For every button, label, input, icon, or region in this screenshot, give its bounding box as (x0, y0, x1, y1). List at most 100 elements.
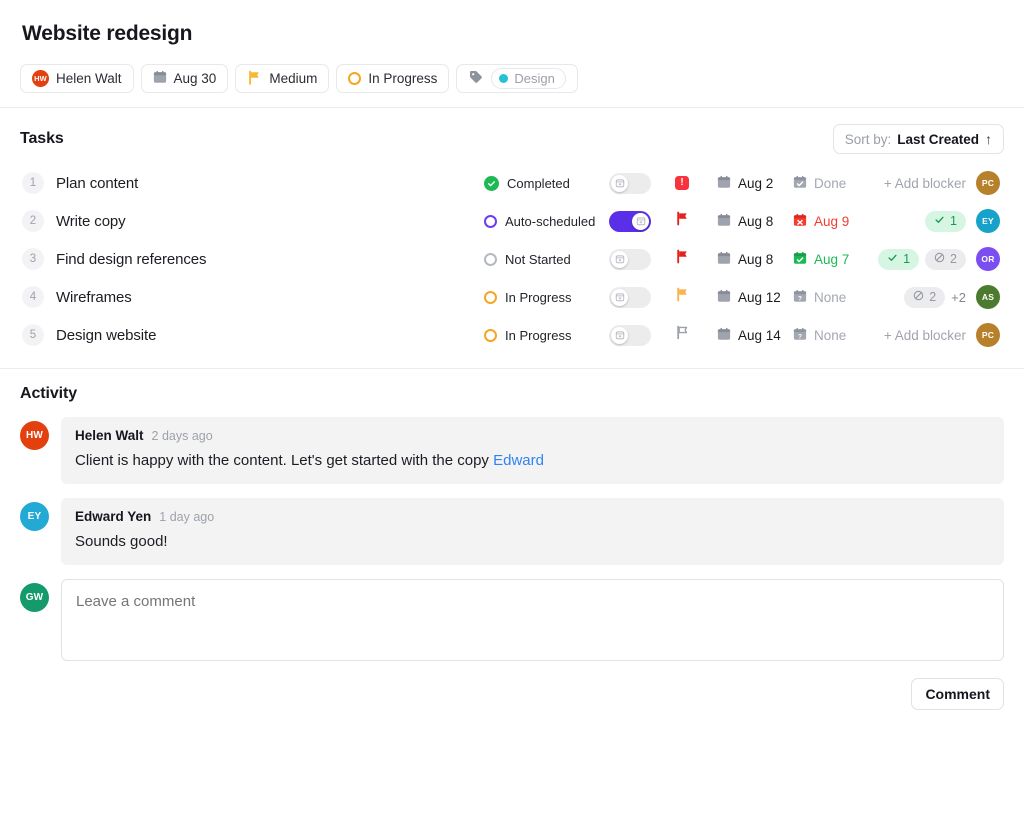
check-icon (887, 252, 898, 266)
task-blockers: 12 (873, 249, 976, 270)
task-priority[interactable] (675, 325, 717, 345)
task-number: 1 (22, 172, 44, 194)
calendar-icon (717, 175, 731, 192)
task-due-date[interactable]: Aug 12 (717, 289, 793, 306)
task-priority[interactable]: ! (675, 176, 717, 190)
task-completion-date[interactable]: Aug 7 (793, 251, 873, 268)
comment-composer: Comment (61, 579, 1004, 710)
comment-input[interactable] (61, 579, 1004, 661)
task-row[interactable]: 2Write copyAuto-scheduledAug 8Aug 91EY (18, 202, 1006, 240)
mention-link[interactable]: Edward (493, 452, 544, 469)
avatar: OR (976, 247, 1000, 271)
comment-bubble: Helen Walt2 days ago Client is happy with… (61, 417, 1004, 484)
task-due-date-label: Aug 14 (738, 328, 781, 343)
blocker-count: 1 (950, 214, 957, 228)
auto-schedule-toggle[interactable] (609, 287, 675, 308)
task-due-date[interactable]: Aug 8 (717, 251, 793, 268)
add-blocker-button[interactable]: + Add blocker (884, 328, 966, 343)
task-status-label: Not Started (505, 252, 571, 267)
calendar-plus-icon (611, 251, 628, 268)
auto-schedule-toggle[interactable] (609, 211, 675, 232)
task-completion-label: Aug 9 (814, 214, 849, 229)
comment-meta: Helen Walt2 days ago (75, 428, 990, 443)
auto-schedule-toggle[interactable] (609, 249, 675, 270)
task-priority[interactable] (675, 287, 717, 307)
task-status[interactable]: Completed (484, 176, 609, 191)
calendar-question-icon: ? (793, 327, 807, 344)
task-name[interactable]: Wireframes (56, 289, 484, 306)
calendar-plus-icon (611, 289, 628, 306)
task-name[interactable]: Find design references (56, 251, 484, 268)
task-row[interactable]: 3 Find design references Not Started Aug 8 A… (18, 240, 1006, 278)
calendar-check-icon (793, 175, 807, 192)
priority-pill[interactable]: Medium (235, 64, 329, 93)
avatar: HW (32, 70, 49, 87)
comment-submit-button[interactable]: Comment (911, 678, 1004, 710)
task-due-date[interactable]: Aug 2 (717, 175, 793, 192)
avatar: PC (976, 171, 1000, 195)
task-row[interactable]: 1 Plan contentCompleted!Aug 2Done + Add bl… (18, 164, 1006, 202)
task-status[interactable]: Not Started (484, 252, 609, 267)
task-assignee[interactable]: PC (976, 171, 1002, 195)
blocker-chip[interactable]: 2 (904, 287, 945, 308)
calendar-plus-icon (611, 175, 628, 192)
auto-schedule-toggle[interactable] (609, 173, 675, 194)
task-number: 4 (22, 286, 44, 308)
task-priority[interactable] (675, 249, 717, 269)
task-status-label: In Progress (505, 328, 571, 343)
task-due-date[interactable]: Aug 14 (717, 327, 793, 344)
flag-icon (675, 287, 690, 307)
task-completion-date[interactable]: Done (793, 175, 873, 192)
task-status[interactable]: In Progress (484, 328, 609, 343)
task-due-date[interactable]: Aug 8 (717, 213, 793, 230)
task-name[interactable]: Design website (56, 327, 484, 344)
add-blocker-button[interactable]: + Add blocker (884, 176, 966, 191)
task-status[interactable]: Auto-scheduled (484, 214, 609, 229)
blocker-count: 2 (950, 252, 957, 266)
activity-title: Activity (20, 385, 1004, 403)
comment-list: HWHelen Walt2 days agoClient is happy wi… (20, 417, 1004, 565)
tag-pill[interactable]: Design (456, 64, 577, 93)
attribute-pill-row: HW Helen Walt Aug 30 Medium In Progress (20, 64, 1004, 93)
blocker-chip[interactable]: 2 (925, 249, 966, 270)
sort-by-button[interactable]: Sort by: Last Created ↑ (833, 124, 1004, 154)
task-completion-label: None (814, 290, 846, 305)
due-date-pill[interactable]: Aug 30 (141, 64, 229, 93)
page-title: Website redesign (22, 22, 1004, 46)
more-blockers-label[interactable]: +2 (951, 290, 966, 305)
comment-item: HWHelen Walt2 days agoClient is happy wi… (20, 417, 1004, 484)
priority-label: Medium (269, 71, 317, 86)
task-list: 1 Plan contentCompleted!Aug 2Done + Add bl… (0, 164, 1024, 368)
status-pill[interactable]: In Progress (336, 64, 449, 93)
tag-chip[interactable]: Design (491, 68, 565, 89)
comment-item: EYEdward Yen1 day agoSounds good! (20, 498, 1004, 565)
auto-schedule-toggle[interactable] (609, 325, 675, 346)
blocker-chip[interactable]: 1 (878, 249, 919, 270)
blocker-chip[interactable]: 1 (925, 211, 966, 232)
comment-composer-row: GW Comment (20, 579, 1004, 710)
task-completion-date[interactable]: Aug 9 (793, 213, 873, 230)
task-assignee[interactable]: EY (976, 209, 1002, 233)
task-completion-date[interactable]: ?None (793, 289, 873, 306)
task-status[interactable]: In Progress (484, 290, 609, 305)
tasks-header: Tasks Sort by: Last Created ↑ (0, 108, 1024, 164)
task-due-date-label: Aug 8 (738, 252, 773, 267)
composer-actions: Comment (61, 678, 1004, 710)
task-row[interactable]: 4 WireframesIn Progress Aug 12?None 2 +2 AS (18, 278, 1006, 316)
comment-bubble: Edward Yen1 day agoSounds good! (61, 498, 1004, 565)
task-row[interactable]: 5Design websiteIn ProgressAug 14?None+ A… (18, 316, 1006, 354)
calendar-plus-icon (632, 213, 649, 230)
task-name[interactable]: Plan content (56, 175, 484, 192)
task-assignee[interactable]: PC (976, 323, 1002, 347)
task-completion-label: Aug 7 (814, 252, 849, 267)
task-priority[interactable] (675, 211, 717, 231)
task-assignee[interactable]: OR (976, 247, 1002, 271)
svg-text:?: ? (798, 333, 802, 340)
assignee-pill[interactable]: HW Helen Walt (20, 64, 134, 93)
task-number: 3 (22, 248, 44, 270)
comment-text: Client is happy with the content. Let's … (75, 452, 990, 470)
task-name[interactable]: Write copy (56, 213, 484, 230)
task-completion-date[interactable]: ?None (793, 327, 873, 344)
comment-timestamp: 1 day ago (159, 510, 214, 524)
task-assignee[interactable]: AS (976, 285, 1002, 309)
